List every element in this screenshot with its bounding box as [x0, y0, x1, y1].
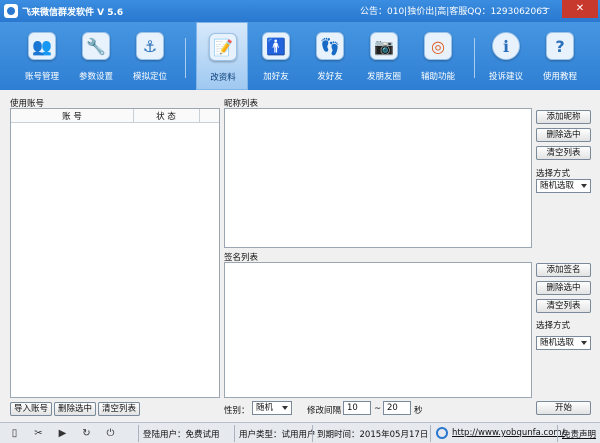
accounts-table[interactable]: 账 号 状 态	[10, 108, 220, 398]
import-accounts-button[interactable]: 导入账号	[10, 402, 52, 416]
expire-date-text: 到期时间：2015年05月17日	[317, 430, 429, 440]
help-icon: ?	[546, 32, 574, 60]
footprint-icon: 👣	[316, 32, 344, 60]
play-icon[interactable]: ▶	[56, 427, 69, 440]
delete-selected-accounts-button[interactable]: 删除选中	[54, 402, 96, 416]
nicknames-list[interactable]	[224, 108, 532, 248]
delete-selected-nickname-button[interactable]: 删除选中	[536, 128, 591, 142]
title-bar: 飞来微信群发软件 V 5.6 公告：010|独价出|高|客服QQ：1293062…	[0, 0, 600, 22]
camera-icon: 📷	[370, 32, 398, 60]
signature-mode-value: 随机选取	[540, 338, 575, 348]
main-content: 使用账号 账 号 状 态 导入账号 删除选中 清空列表 昵称列表 添加昵称 删除…	[0, 90, 600, 422]
tools-icon[interactable]: ✂	[32, 427, 45, 440]
tool-send-friend[interactable]: 👣 发好友	[304, 22, 356, 90]
delete-selected-signature-button[interactable]: 删除选中	[536, 281, 591, 295]
close-button[interactable]: ✕	[562, 0, 598, 18]
profile-edit-icon: 📝	[209, 33, 237, 61]
column-header-account: 账 号	[62, 112, 82, 122]
clear-signatures-button[interactable]: 清空列表	[536, 299, 591, 313]
user-type-text: 用户类型：试用用户	[239, 430, 316, 440]
status-divider	[138, 425, 139, 442]
signature-mode-select[interactable]: 随机选取	[536, 336, 591, 350]
tool-label: 账号管理	[24, 72, 59, 82]
tool-label: 模拟定位	[132, 72, 167, 82]
status-divider	[312, 425, 313, 442]
tool-edit-profile[interactable]: 📝 改资料	[196, 22, 248, 90]
column-header-status: 状 态	[156, 112, 176, 122]
nickname-mode-label: 选择方式	[536, 169, 571, 179]
phone-icon[interactable]: ▯	[8, 427, 21, 440]
toolbar-separator	[474, 38, 475, 78]
notice-text: 公告：010|独价出|高|客服QQ：1293062063	[360, 7, 548, 17]
add-signature-button[interactable]: 添加签名	[536, 263, 591, 277]
status-divider	[234, 425, 235, 442]
tool-label: 发朋友圈	[366, 72, 401, 82]
clear-accounts-button[interactable]: 清空列表	[98, 402, 140, 416]
signature-mode-label: 选择方式	[536, 321, 571, 331]
tool-label: 改资料	[210, 73, 236, 83]
tool-location[interactable]: ⚓ 模拟定位	[124, 22, 176, 90]
add-friend-icon: 🚹	[262, 32, 290, 60]
accounts-table-header: 账 号 状 态	[11, 109, 219, 123]
tools-icon: 🔧	[82, 32, 110, 60]
status-divider	[430, 425, 431, 442]
clear-nicknames-button[interactable]: 清空列表	[536, 146, 591, 160]
chevron-down-icon	[282, 406, 288, 410]
gender-label: 性别：	[224, 406, 250, 416]
nickname-mode-value: 随机选取	[540, 181, 575, 191]
interval-from-input[interactable]: 10	[343, 401, 371, 415]
disclaimer-link[interactable]: 免责声明	[562, 428, 596, 440]
refresh-icon[interactable]: ↻	[80, 427, 93, 440]
chevron-down-icon	[581, 184, 587, 188]
column-divider	[199, 109, 200, 122]
tool-moments[interactable]: 📷 发朋友圈	[358, 22, 410, 90]
tool-feedback[interactable]: ℹ 投诉建议	[480, 22, 532, 90]
browser-icon	[436, 427, 448, 439]
tool-settings[interactable]: 🔧 参数设置	[70, 22, 122, 90]
start-button[interactable]: 开始	[536, 401, 591, 415]
gender-value: 随机	[256, 403, 274, 413]
interval-label: 修改间隔	[307, 406, 342, 416]
tool-add-friend[interactable]: 🚹 加好友	[250, 22, 302, 90]
login-user-text: 登陆用户：免费试用	[143, 430, 220, 440]
tool-label: 辅助功能	[420, 72, 455, 82]
users-icon: 👥	[28, 32, 56, 60]
signatures-list[interactable]	[224, 262, 532, 398]
website-link[interactable]: http://www.yobqunfa.com/	[452, 428, 565, 438]
interval-to-input[interactable]: 20	[383, 401, 411, 415]
tool-label: 发好友	[317, 72, 343, 82]
tool-account-manage[interactable]: 👥 账号管理	[16, 22, 68, 90]
window-title: 飞来微信群发软件 V 5.6	[22, 8, 124, 18]
tool-label: 投诉建议	[488, 72, 523, 82]
gender-select[interactable]: 随机	[252, 401, 292, 415]
tool-label: 加好友	[263, 72, 289, 82]
power-icon[interactable]: ⏻	[104, 427, 117, 440]
tool-label: 参数设置	[78, 72, 113, 82]
nickname-mode-select[interactable]: 随机选取	[536, 179, 591, 193]
app-logo-icon	[4, 4, 18, 18]
minimize-button[interactable]: —	[532, 0, 558, 18]
tool-tutorial[interactable]: ? 使用教程	[534, 22, 586, 90]
add-nickname-button[interactable]: 添加昵称	[536, 110, 591, 124]
toolbar-separator	[185, 38, 186, 78]
tool-label: 使用教程	[542, 72, 577, 82]
tool-assist[interactable]: ◎ 辅助功能	[412, 22, 464, 90]
ubuntu-icon: ◎	[424, 32, 452, 60]
info-icon: ℹ	[492, 32, 520, 60]
interval-unit: 秒	[414, 406, 423, 416]
status-divider	[557, 425, 558, 442]
anchor-icon: ⚓	[136, 32, 164, 60]
chevron-down-icon	[581, 341, 587, 345]
toolbar: 👥 账号管理 🔧 参数设置 ⚓ 模拟定位 📝 改资料 🚹 加好友 👣 发好友 📷…	[0, 22, 600, 90]
interval-separator: ~	[374, 404, 382, 414]
status-bar: ▯ ✂ ▶ ↻ ⏻ 登陆用户：免费试用 用户类型：试用用户 到期时间：2015年…	[0, 422, 600, 443]
